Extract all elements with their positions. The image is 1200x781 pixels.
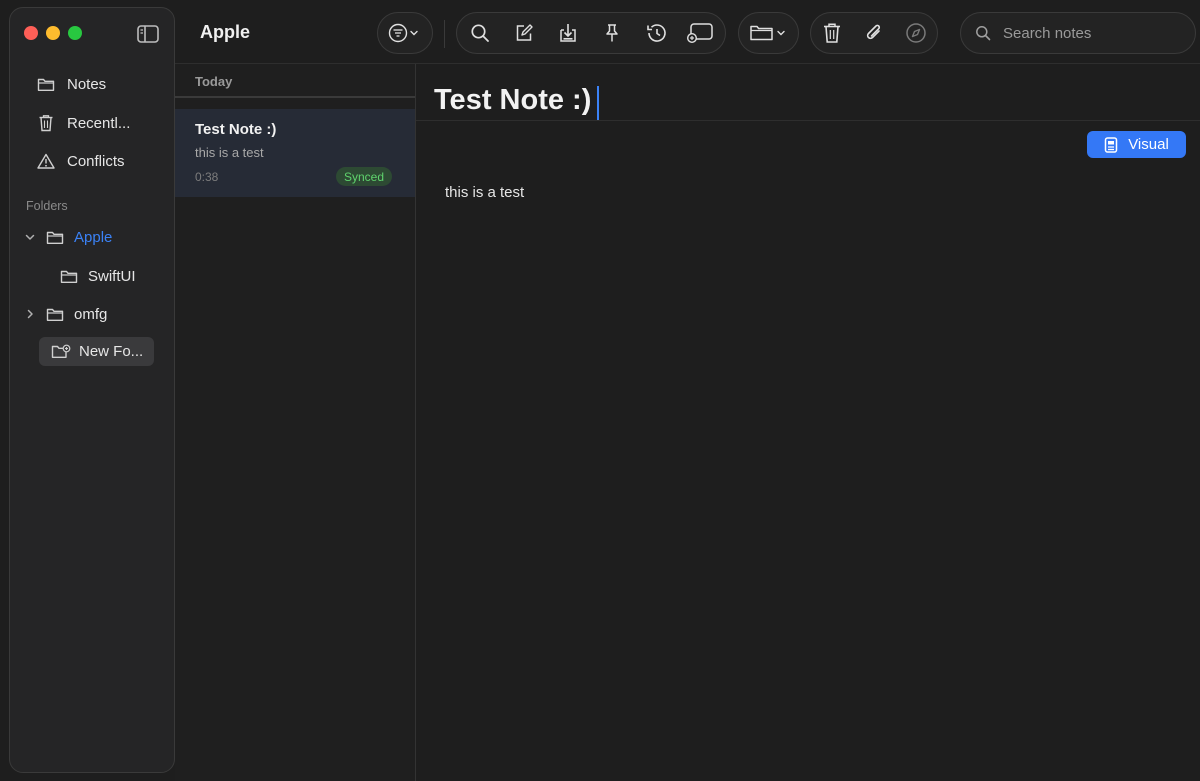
close-window-button[interactable] [24, 26, 38, 40]
minimize-window-button[interactable] [46, 26, 60, 40]
attach-button[interactable] [853, 12, 895, 54]
filter-icon [378, 12, 432, 54]
note-title-field[interactable]: Test Note :) [434, 84, 591, 117]
sidebar-item-notes[interactable]: Notes [36, 71, 106, 97]
folder-icon [60, 269, 78, 284]
note-snippet: this is a test [195, 145, 264, 160]
history-icon [645, 23, 667, 43]
note-list-item[interactable]: Test Note :) this is a test 0:38 Synced [175, 109, 415, 197]
trash-icon [822, 22, 842, 44]
filter-menu-button[interactable] [377, 12, 433, 54]
section-header: Today [195, 74, 233, 89]
compose-icon [514, 23, 534, 43]
synced-badge: Synced [336, 167, 393, 186]
search-icon [470, 23, 490, 43]
sidebar-toggle-icon[interactable] [136, 24, 160, 44]
new-folder-label: New Fo... [79, 343, 144, 360]
snippet-icon [686, 22, 714, 44]
title-divider [416, 120, 1200, 121]
sidebar: Notes Recentl... Conflicts Folders Apple [9, 7, 175, 773]
note-body[interactable]: this is a test [445, 184, 524, 201]
search-input[interactable] [1001, 23, 1185, 43]
folder-label: SwiftUI [88, 267, 136, 285]
sidebar-item-label: Conflicts [67, 152, 125, 170]
visual-icon [1104, 136, 1118, 153]
note-time: 0:38 [195, 170, 219, 184]
note-list-pane: Today Test Note :) this is a test 0:38 S… [175, 64, 415, 781]
pin-button[interactable] [590, 12, 634, 54]
app-window: Notes Recentl... Conflicts Folders Apple [0, 0, 1200, 781]
new-folder-button[interactable]: New Fo... [39, 337, 154, 366]
window-title: Apple [200, 22, 251, 42]
section-divider [175, 96, 415, 98]
folder-icon [739, 12, 798, 54]
trash-icon [36, 114, 56, 132]
search-icon [975, 25, 991, 41]
paperclip-icon [864, 22, 884, 44]
pin-icon [602, 23, 622, 43]
sidebar-item-label: Notes [67, 75, 107, 93]
visual-mode-label: Visual [1128, 136, 1169, 153]
download-icon [557, 22, 579, 44]
text-cursor [597, 86, 599, 120]
search-field[interactable] [960, 12, 1196, 54]
new-folder-icon [51, 344, 71, 360]
history-button[interactable] [634, 12, 678, 54]
sidebar-item-label: Recentl... [67, 114, 131, 132]
move-to-folder-button[interactable] [738, 12, 799, 54]
import-button[interactable] [546, 12, 590, 54]
sidebar-item-conflicts[interactable]: Conflicts [36, 148, 125, 174]
sidebar-folder-apple[interactable]: Apple [24, 223, 112, 251]
folder-icon [46, 307, 64, 322]
sidebar-folder-swiftui[interactable]: SwiftUI [60, 262, 136, 290]
folder-label: Apple [74, 228, 113, 246]
zoom-window-button[interactable] [68, 26, 82, 40]
delete-button[interactable] [811, 12, 853, 54]
compass-button[interactable] [895, 12, 937, 54]
folder-icon [36, 75, 56, 93]
new-note-button[interactable] [502, 12, 546, 54]
sidebar-folder-omfg[interactable]: omfg [24, 300, 107, 328]
sidebar-item-recently-deleted[interactable]: Recentl... [36, 110, 130, 136]
folders-header: Folders [26, 199, 68, 213]
note-title: Test Note :) [195, 121, 277, 138]
chevron-right-icon[interactable] [24, 308, 36, 320]
chevron-down-icon[interactable] [24, 231, 36, 243]
toolbar-separator [444, 20, 445, 48]
window-controls [24, 26, 82, 40]
toolbar-actions-group [456, 12, 726, 54]
folder-label: omfg [74, 305, 108, 323]
warning-icon [36, 152, 56, 170]
note-actions-group [810, 12, 938, 54]
compass-icon [905, 22, 927, 44]
pane-divider[interactable] [415, 64, 416, 781]
folder-icon [46, 230, 64, 245]
search-button[interactable] [458, 12, 502, 54]
visual-mode-button[interactable]: Visual [1087, 131, 1186, 158]
snippets-button[interactable] [678, 12, 722, 54]
